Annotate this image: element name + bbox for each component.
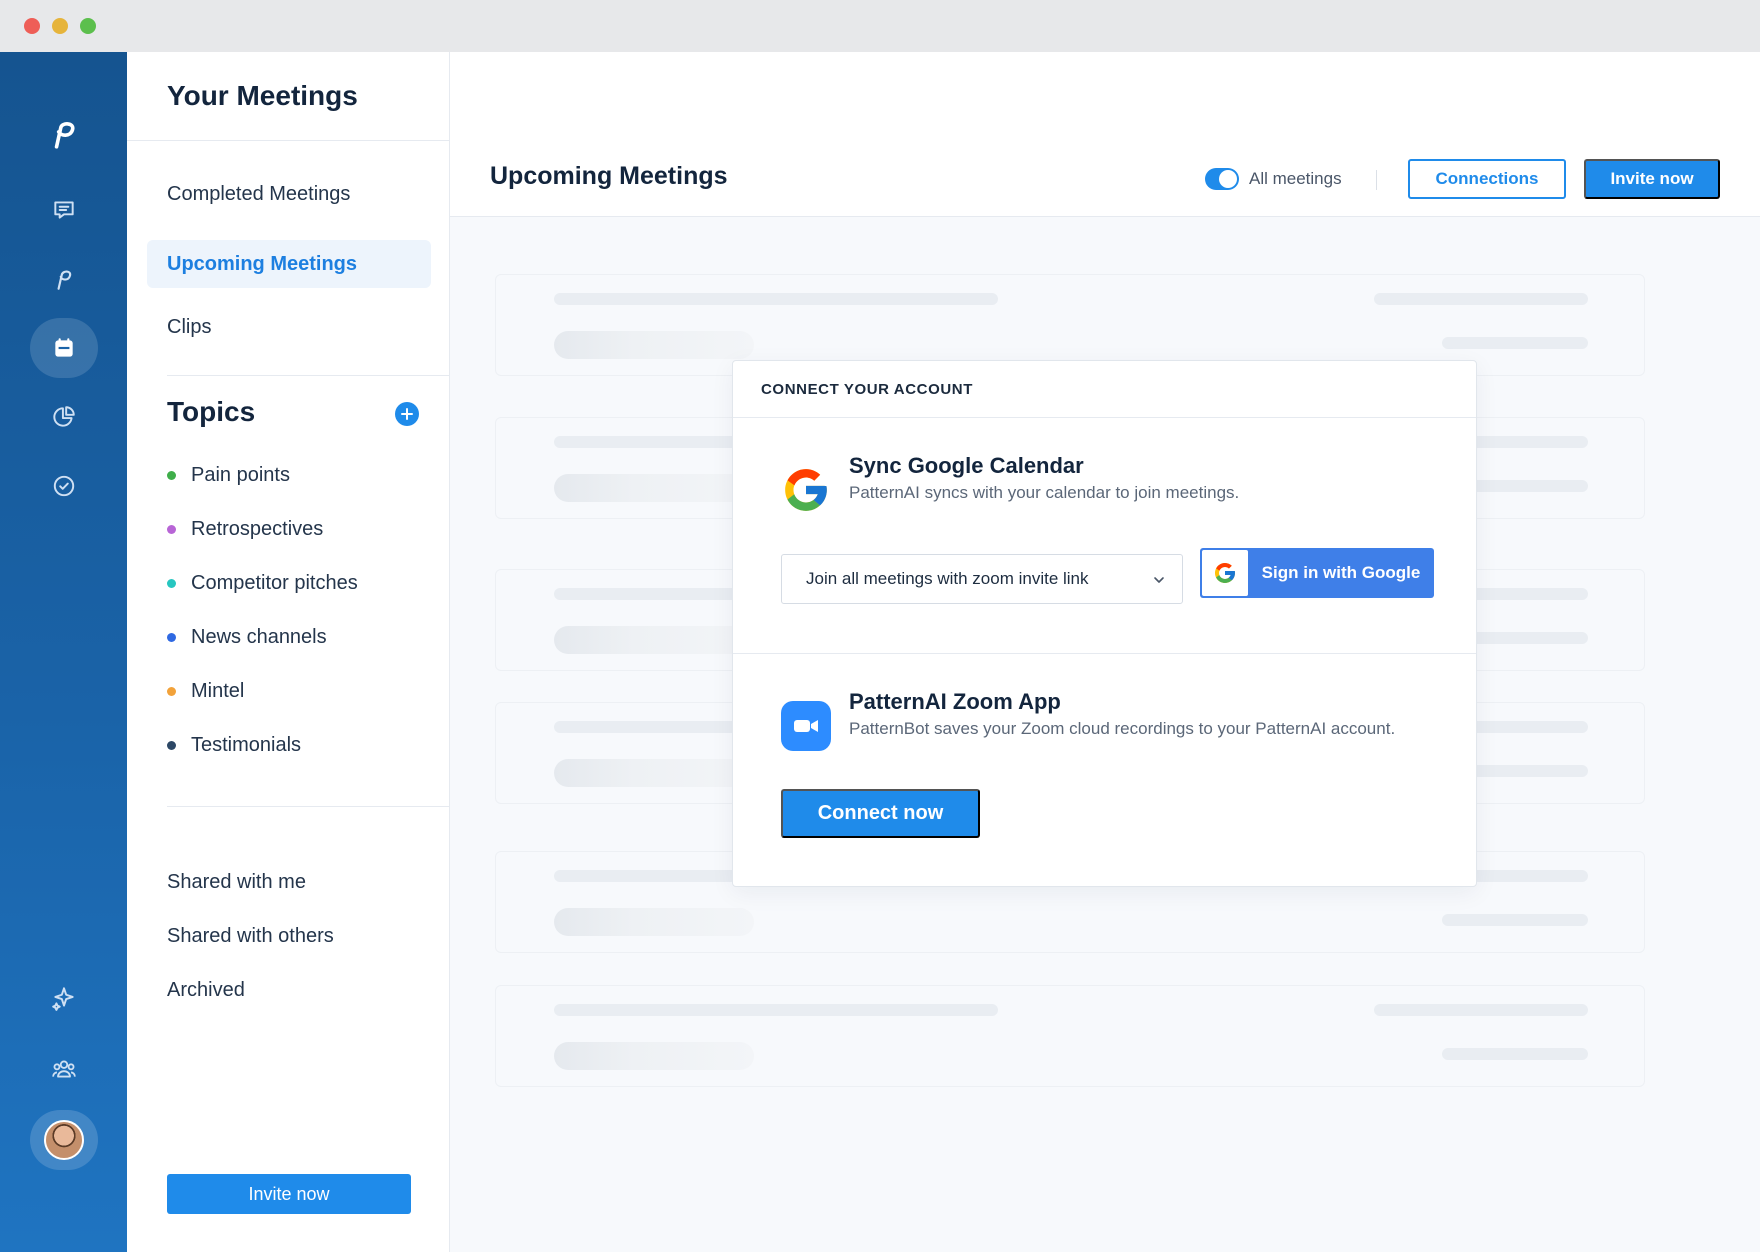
sign-in-label: Sign in with Google [1261,563,1421,582]
topic-item[interactable]: Competitor pitches [167,567,358,599]
google-section-title: Sync Google Calendar [849,453,1084,478]
pattern-logo-icon[interactable] [30,104,98,164]
topic-color-dot [167,470,176,480]
chat-icon[interactable] [30,180,98,240]
topic-color-dot [167,686,176,696]
skeleton-pill [554,474,754,502]
divider [127,140,450,141]
add-topic-button[interactable] [395,402,419,426]
divider [733,653,1476,654]
skeleton-pill [554,1042,754,1070]
topic-label: News channels [191,625,327,648]
connect-now-button[interactable]: Connect now [781,789,980,838]
topic-item[interactable]: News channels [167,621,327,653]
topic-color-dot [167,740,176,750]
skeleton-pill [554,759,754,787]
plus-icon [401,408,413,420]
team-icon[interactable] [30,1039,98,1099]
nav-upcoming-meetings[interactable]: Upcoming Meetings [147,240,431,288]
skeleton-line [1374,293,1588,305]
zoom-section-title: PatternAI Zoom App [849,689,1061,714]
nav-completed-meetings[interactable]: Completed Meetings [147,170,431,218]
topic-color-dot [167,524,176,534]
select-value: Join all meetings with zoom invite link [806,569,1089,588]
topic-item[interactable]: Mintel [167,675,244,707]
nav-shared-with-others[interactable]: Shared with others [147,912,431,960]
meetings-sidebar: Your Meetings Completed Meetings Upcomin… [127,52,450,1252]
all-meetings-toggle[interactable] [1205,168,1239,190]
sparkles-icon[interactable] [30,968,98,1028]
skeleton-pill [554,626,754,654]
topic-label: Mintel [191,679,245,702]
modal-title: CONNECT YOUR ACCOUNT [733,361,1476,418]
main-header: Upcoming Meetings All meetings Connectio… [450,52,1760,217]
topic-item[interactable]: Retrospectives [167,513,323,545]
chevron-down-icon [1154,577,1164,583]
topic-item[interactable]: Testimonials [167,729,301,761]
check-circle-icon[interactable] [30,456,98,516]
skeleton-line [554,293,998,305]
nav-clips[interactable]: Clips [147,303,431,351]
google-section-description: PatternAI syncs with your calendar to jo… [849,483,1240,502]
avatar-photo [44,1120,84,1160]
pattern-icon[interactable] [30,249,98,309]
connect-account-modal: CONNECT YOUR ACCOUNT Sync Google Calenda… [732,360,1477,887]
toggle-knob [1219,170,1237,188]
connections-button[interactable]: Connections [1408,159,1566,199]
invite-now-button[interactable]: Invite now [1584,159,1720,199]
skeleton-line [1442,337,1588,349]
page-title: Upcoming Meetings [490,162,728,190]
zoom-logo-icon [781,701,831,751]
divider [1376,170,1377,190]
sidebar-invite-button[interactable]: Invite now [167,1174,411,1214]
nav-shared-with-me[interactable]: Shared with me [147,858,431,906]
maximize-window-button[interactable] [80,18,96,34]
topic-label: Testimonials [191,733,302,756]
minimize-window-button[interactable] [52,18,68,34]
topics-heading: Topics [167,396,256,427]
calendar-icon[interactable] [30,318,98,378]
close-window-button[interactable] [24,18,40,34]
skeleton-line [554,1004,998,1016]
window-titlebar [0,0,1760,52]
join-meetings-select[interactable]: Join all meetings with zoom invite link [781,554,1183,604]
skeleton-line [1442,914,1588,926]
sidebar-title: Your Meetings [167,80,358,111]
skeleton-line [1442,1048,1588,1060]
google-g-icon [1202,550,1248,596]
skeleton-line [1374,1004,1588,1016]
google-logo-icon [785,469,827,511]
sign-in-with-google-button[interactable]: Sign in with Google [1200,548,1434,598]
skeleton-pill [554,908,754,936]
app-rail [0,52,127,1252]
topic-color-dot [167,632,176,642]
topic-color-dot [167,578,176,588]
topic-label: Retrospectives [191,517,324,540]
user-avatar[interactable] [30,1110,98,1170]
nav-archived[interactable]: Archived [147,966,431,1014]
topic-label: Competitor pitches [191,571,358,594]
meeting-skeleton-card [495,985,1645,1087]
topic-item[interactable]: Pain points [167,459,290,491]
divider [167,806,450,807]
divider [167,375,450,376]
skeleton-pill [554,331,754,359]
pie-chart-icon[interactable] [30,387,98,447]
topic-label: Pain points [191,463,290,486]
toggle-label: All meetings [1249,169,1342,188]
zoom-section-description: PatternBot saves your Zoom cloud recordi… [849,719,1396,738]
